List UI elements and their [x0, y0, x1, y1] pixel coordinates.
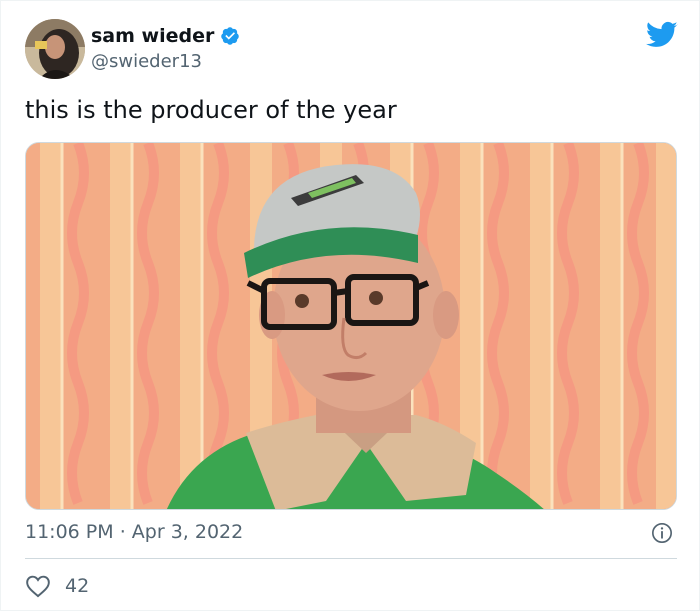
tweet-time[interactable]: 11:06 PM [25, 521, 114, 543]
tweet-card: sam wieder @swieder13 this is the produc… [0, 0, 700, 611]
tweet-media[interactable] [25, 142, 677, 510]
meta-separator: · [119, 521, 126, 543]
like-action[interactable]: 42 [25, 572, 89, 600]
twitter-bird-icon[interactable] [646, 21, 678, 49]
divider [25, 558, 677, 559]
author-row: sam wieder [91, 23, 240, 49]
like-count: 42 [65, 575, 90, 597]
avatar[interactable] [25, 19, 85, 79]
author-handle[interactable]: @swieder13 [91, 51, 202, 72]
heart-icon[interactable] [25, 574, 51, 598]
tweet-date[interactable]: Apr 3, 2022 [132, 521, 243, 543]
info-icon[interactable] [651, 522, 673, 544]
author-name[interactable]: sam wieder [91, 25, 214, 47]
tweet-text: this is the producer of the year [25, 96, 397, 124]
verified-badge-icon [221, 27, 240, 45]
tweet-meta: 11:06 PM · Apr 3, 2022 [25, 521, 243, 543]
